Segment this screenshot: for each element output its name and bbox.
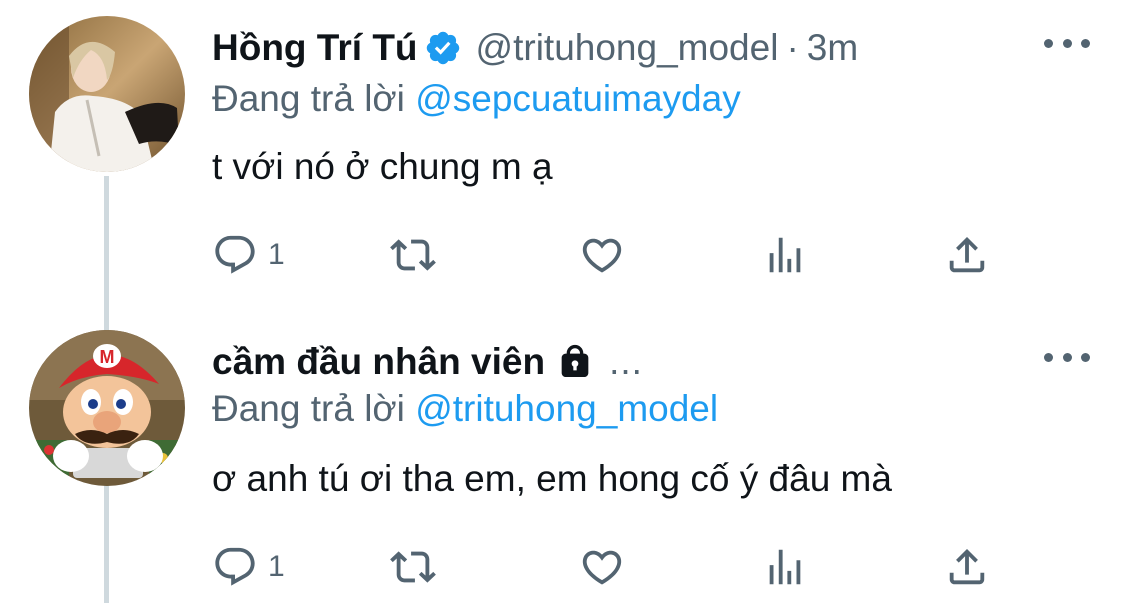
lock-icon [555, 342, 595, 382]
tweet[interactable]: M cầm đầu nhân viên ... Đang trả lời @tr… [0, 0, 1125, 603]
share-icon [944, 544, 990, 590]
views-icon [762, 544, 808, 590]
share-button[interactable] [944, 542, 990, 592]
like-icon [579, 544, 625, 590]
tweet-header: cầm đầu nhân viên ... [212, 332, 643, 392]
truncation-ellipsis: ... [609, 341, 643, 382]
avatar[interactable]: M [29, 330, 185, 486]
display-name[interactable]: cầm đầu nhân viên [212, 341, 545, 383]
more-icon[interactable] [1044, 342, 1090, 372]
views-button[interactable] [762, 542, 808, 592]
mention-link[interactable]: @trituhong_model [415, 388, 718, 429]
like-button[interactable] [579, 542, 625, 592]
replying-to: Đang trả lời @trituhong_model [212, 388, 718, 430]
reply-icon [212, 544, 258, 590]
reply-count: 1 [268, 550, 285, 583]
replying-prefix: Đang trả lời [212, 388, 405, 429]
reply-button[interactable]: 1 [212, 542, 285, 592]
retweet-icon [390, 544, 436, 590]
action-bar: 1 [212, 542, 1012, 592]
retweet-button[interactable] [390, 542, 436, 592]
tweet-text: ơ anh tú ơi tha em, em hong cố ý đâu mà [212, 458, 892, 499]
svg-text:M: M [100, 347, 115, 367]
